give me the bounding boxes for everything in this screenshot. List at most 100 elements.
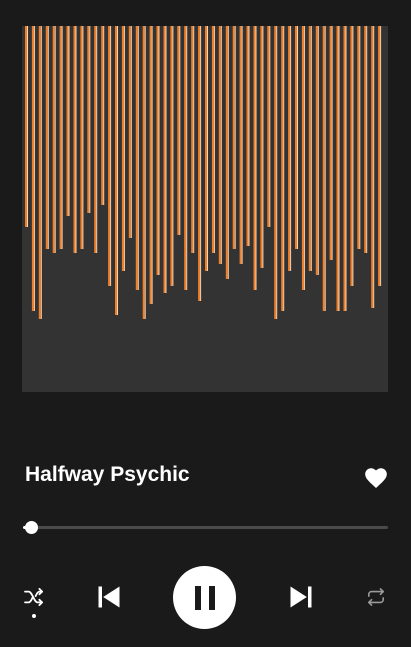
waveform-bar [38,26,41,319]
waveform-bar [156,26,159,275]
like-button[interactable] [363,465,389,491]
waveform-bar [364,26,367,253]
waveform-bar [101,26,104,205]
next-track-button[interactable] [285,581,317,613]
waveform-bar [191,26,194,253]
waveform-bar-highlight [255,26,257,290]
waveform-bar [232,26,235,249]
shuffle-button[interactable] [21,586,47,608]
waveform-bar-highlight [213,26,215,253]
waveform-bar-highlight [317,26,319,275]
waveform-bar-highlight [89,26,91,213]
waveform-bar [246,26,249,246]
waveform-bar [322,26,325,311]
waveform-bar-highlight [165,26,167,293]
waveform-bar [177,26,180,235]
waveform-bar [66,26,69,216]
waveform-bar [149,26,152,304]
previous-track-button[interactable] [93,581,125,613]
waveform-bar-highlight [151,26,153,304]
waveform-bar [253,26,256,290]
waveform-bar-highlight [303,26,305,290]
waveform-bar-highlight [262,26,264,268]
waveform-bar-highlight [75,26,77,253]
waveform-bar-highlight [137,26,139,290]
waveform-bar-highlight [241,26,243,264]
waveform-bar-highlight [103,26,105,205]
waveform-bar-highlight [40,26,42,319]
waveform-bar-highlight [117,26,118,315]
waveform-bar-highlight [172,26,174,286]
waveform-bar [378,26,381,286]
waveform-bar-highlight [352,26,354,286]
waveform-bar [45,26,48,249]
track-title: Halfway Psychic [25,463,190,486]
waveform-bar [329,26,332,260]
waveform-bar [25,26,27,227]
waveform-bar-highlight [310,26,312,271]
waveform-bar-highlight [200,26,202,301]
album-artwork [22,26,388,392]
waveform-bar-highlight [345,26,347,311]
waveform-bar-highlight [331,26,333,260]
waveform-bar [267,26,270,227]
waveform-bar [142,26,145,319]
waveform-bar-highlight [207,26,208,271]
waveform-bar-highlight [82,26,84,249]
waveform-bar [87,26,90,213]
waveform-bar-highlight [27,26,28,227]
repeat-icon [367,588,385,606]
waveform-bar-highlight [130,26,132,238]
progress-knob[interactable] [25,521,38,534]
waveform-bar-highlight [324,26,326,311]
waveform-bar [295,26,297,249]
waveform-bar [121,26,124,271]
waveform-bar-highlight [297,26,298,249]
waveform-bar [336,26,339,311]
waveform-bar [239,26,242,264]
waveform-visualization [22,26,388,392]
waveform-bar [198,26,201,301]
skip-next-icon [290,586,312,608]
waveform-bar-highlight [227,26,229,279]
waveform-bar-highlight [158,26,160,275]
waveform-bar [225,26,228,279]
waveform-bar [288,26,291,271]
progress-bar[interactable] [23,520,388,536]
waveform-bar-highlight [290,26,292,271]
waveform-bar-highlight [220,26,222,264]
waveform-bar [218,26,221,264]
waveform-bar-highlight [269,26,271,227]
pause-icon [194,585,215,610]
waveform-bar-highlight [179,26,181,235]
waveform-bar-highlight [338,26,340,311]
waveform-bar [108,26,111,286]
waveform-bar [211,26,214,253]
waveform-bar-highlight [54,26,56,253]
shuffle-active-indicator [32,614,36,618]
waveform-bar-highlight [68,26,70,216]
waveform-bar-highlight [47,26,49,249]
skip-previous-icon [98,586,120,608]
play-pause-button[interactable] [173,566,236,629]
waveform-bar-highlight [373,26,375,308]
heart-icon [365,468,387,488]
waveform-bar [281,26,284,311]
waveform-bar-highlight [248,26,250,246]
waveform-bar [59,26,62,249]
repeat-button[interactable] [363,586,389,608]
waveform-bar [315,26,318,275]
waveform-bar [357,26,360,249]
waveform-bar [274,26,277,319]
waveform-bar [73,26,76,253]
music-player: Halfway Psychic [0,0,411,647]
waveform-bar [184,26,187,290]
waveform-bar [163,26,166,293]
waveform-bar-highlight [96,26,98,253]
shuffle-icon [24,588,43,606]
waveform-bar [343,26,346,311]
waveform-bar-highlight [380,26,382,286]
waveform-bar-highlight [366,26,368,253]
waveform-bar-highlight [123,26,125,271]
waveform-bar-highlight [33,26,35,311]
